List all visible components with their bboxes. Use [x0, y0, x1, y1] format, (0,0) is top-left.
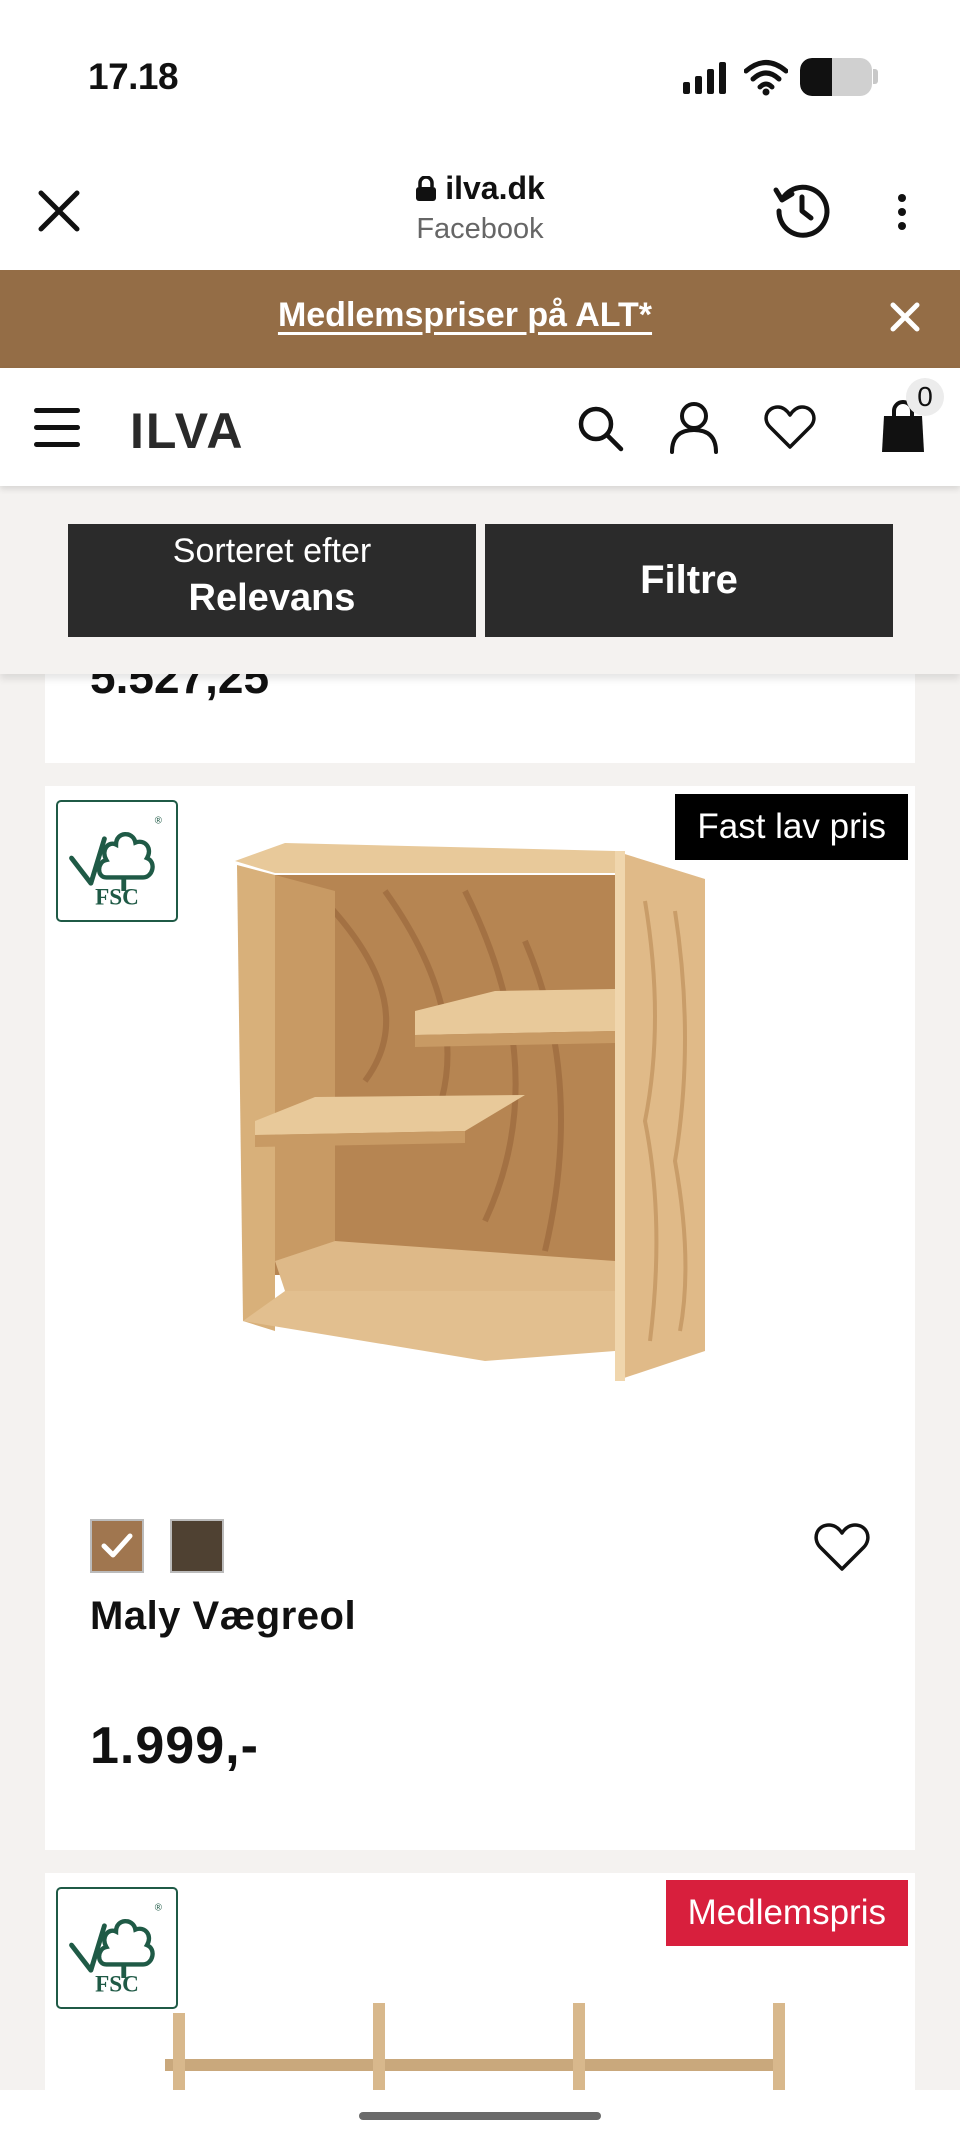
heart-icon[interactable] — [764, 404, 816, 450]
url-display[interactable]: ilva.dk Facebook — [330, 170, 630, 246]
user-icon[interactable] — [668, 400, 720, 454]
promo-banner: Medlemspriser på ALT* — [0, 270, 960, 368]
filter-button[interactable]: Filtre — [485, 524, 893, 637]
more-icon[interactable] — [890, 192, 914, 232]
sort-filter-bar: Sorteret efter Relevans Filtre — [0, 486, 960, 674]
wifi-icon — [744, 60, 788, 96]
lock-icon — [416, 175, 437, 201]
cart-count-badge: 0 — [906, 378, 944, 416]
svg-text:®: ® — [155, 1902, 162, 1913]
svg-text:®: ® — [155, 815, 162, 826]
home-indicator — [0, 2090, 960, 2142]
sort-value: Relevans — [188, 577, 356, 619]
domain-text: ilva.dk — [445, 170, 545, 206]
sort-label: Sorteret efter — [172, 532, 372, 570]
battery-tip — [873, 69, 878, 84]
cellular-signal-icon — [683, 62, 726, 94]
member-price-badge: Medlemspris — [665, 1880, 908, 1946]
close-icon[interactable] — [34, 186, 84, 236]
status-time: 17.18 — [88, 56, 179, 97]
browser-bar: ilva.dk Facebook — [0, 150, 960, 270]
battery-icon — [800, 58, 872, 96]
ilva-logo[interactable]: ILVA — [130, 404, 270, 452]
promo-close-icon[interactable] — [888, 300, 922, 334]
page: 17.18 ilva.dk Facebook Medlemspriser på … — [0, 0, 960, 2142]
status-bar: 17.18 — [0, 0, 960, 150]
color-swatch-oak[interactable] — [90, 1519, 144, 1573]
url-domain: ilva.dk — [415, 170, 545, 207]
product-image[interactable] — [225, 821, 805, 1381]
url-subtitle: Facebook — [416, 213, 544, 245]
promo-link[interactable]: Medlemspriser på ALT* — [0, 296, 930, 335]
color-swatch-dark[interactable] — [170, 1519, 224, 1573]
sort-button[interactable]: Sorteret efter Relevans — [68, 524, 476, 637]
fsc-label: FSC — [95, 1972, 139, 1998]
check-icon — [101, 1533, 133, 1558]
wishlist-heart-icon[interactable] — [814, 1521, 870, 1573]
logo-text: ILVA — [130, 404, 244, 452]
history-icon[interactable] — [772, 180, 832, 240]
menu-icon[interactable] — [34, 408, 80, 447]
product-name[interactable]: Maly Vægreol — [90, 1594, 356, 1639]
site-header: ILVA 0 — [0, 368, 960, 486]
product-price: 1.999,- — [90, 1717, 259, 1775]
search-icon[interactable] — [576, 404, 624, 452]
fsc-label: FSC — [95, 885, 139, 911]
fsc-logo-icon: FSC ® — [56, 800, 178, 922]
product-card[interactable]: FSC ® Fast lav pris Maly Vægreol 1.999,- — [45, 786, 915, 1850]
fsc-logo-icon: FSC ® — [56, 1887, 178, 2009]
